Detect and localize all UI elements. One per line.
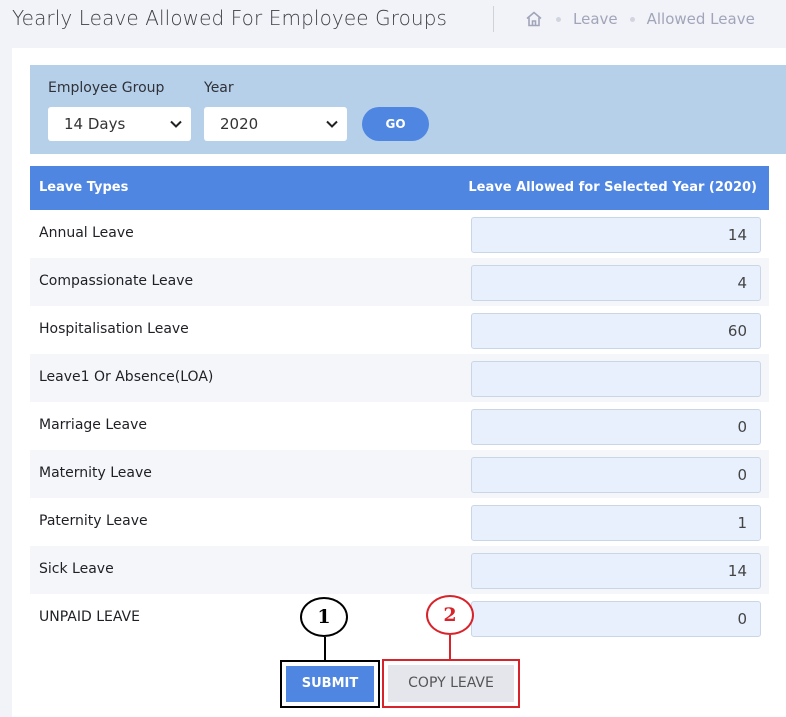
- breadcrumb-separator: [556, 16, 561, 22]
- leave-allowed-input[interactable]: [471, 361, 761, 397]
- submit-button[interactable]: SUBMIT: [286, 666, 374, 702]
- employee-group-select[interactable]: 14 Days: [48, 107, 191, 141]
- column-header-leave-types: Leave Types: [39, 180, 129, 195]
- leave-allowed-input[interactable]: 4: [471, 265, 761, 301]
- leave-allowed-input[interactable]: 0: [471, 409, 761, 445]
- table-row: Annual Leave 14: [30, 210, 769, 258]
- leave-type-label: UNPAID LEAVE: [39, 609, 140, 625]
- table-row: Sick Leave 14: [30, 546, 769, 594]
- header-divider: [493, 6, 494, 32]
- page-title: Yearly Leave Allowed For Employee Groups: [12, 6, 448, 30]
- column-header-leave-allowed: Leave Allowed for Selected Year (2020): [468, 180, 757, 195]
- leave-allowed-input[interactable]: 14: [471, 217, 761, 253]
- callout-1-leader: [324, 637, 326, 660]
- table-row: Maternity Leave 0: [30, 450, 769, 498]
- leave-type-label: Annual Leave: [39, 225, 134, 241]
- table-row: Compassionate Leave 4: [30, 258, 769, 306]
- table-row: Leave1 Or Absence(LOA): [30, 354, 769, 402]
- year-select[interactable]: 2020: [204, 107, 347, 141]
- copy-leave-highlight: COPY LEAVE: [382, 659, 520, 708]
- leave-type-label: Sick Leave: [39, 561, 114, 577]
- callout-2-leader: [449, 635, 451, 659]
- submit-highlight: SUBMIT: [280, 660, 380, 708]
- leave-type-label: Paternity Leave: [39, 513, 148, 529]
- year-label: Year: [204, 80, 234, 96]
- leave-type-label: Leave1 Or Absence(LOA): [39, 369, 214, 385]
- leave-type-label: Marriage Leave: [39, 417, 147, 433]
- year-value: 2020: [220, 115, 259, 133]
- go-button[interactable]: GO: [362, 107, 429, 141]
- leave-type-label: Maternity Leave: [39, 465, 152, 481]
- leave-type-label: Compassionate Leave: [39, 273, 194, 289]
- table-row: UNPAID LEAVE 0: [30, 594, 769, 642]
- table-row: Marriage Leave 0: [30, 402, 769, 450]
- table-row: Hospitalisation Leave 60: [30, 306, 769, 354]
- leave-allowed-input[interactable]: 0: [471, 457, 761, 493]
- page-header: Yearly Leave Allowed For Employee Groups…: [0, 0, 786, 44]
- home-icon[interactable]: [524, 9, 544, 29]
- leave-allowed-input[interactable]: 14: [471, 553, 761, 589]
- employee-group-label: Employee Group: [48, 80, 165, 96]
- leave-allowed-input[interactable]: 0: [471, 601, 761, 637]
- breadcrumb-leave[interactable]: Leave: [573, 10, 618, 28]
- breadcrumb: Leave Allowed Leave: [524, 9, 755, 29]
- breadcrumb-separator: [629, 16, 635, 22]
- leave-allowed-input[interactable]: 60: [471, 313, 761, 349]
- leave-type-label: Hospitalisation Leave: [39, 321, 189, 337]
- callout-2-badge: 2: [426, 595, 474, 635]
- table-header: Leave Types Leave Allowed for Selected Y…: [30, 166, 769, 210]
- chevron-down-icon: [170, 120, 182, 128]
- leave-allowed-input[interactable]: 1: [471, 505, 761, 541]
- table-row: Paternity Leave 1: [30, 498, 769, 546]
- employee-group-value: 14 Days: [64, 115, 126, 133]
- copy-leave-button[interactable]: COPY LEAVE: [388, 665, 514, 702]
- breadcrumb-allowed-leave[interactable]: Allowed Leave: [647, 10, 755, 28]
- chevron-down-icon: [326, 120, 338, 128]
- callout-1-badge: 1: [300, 597, 348, 637]
